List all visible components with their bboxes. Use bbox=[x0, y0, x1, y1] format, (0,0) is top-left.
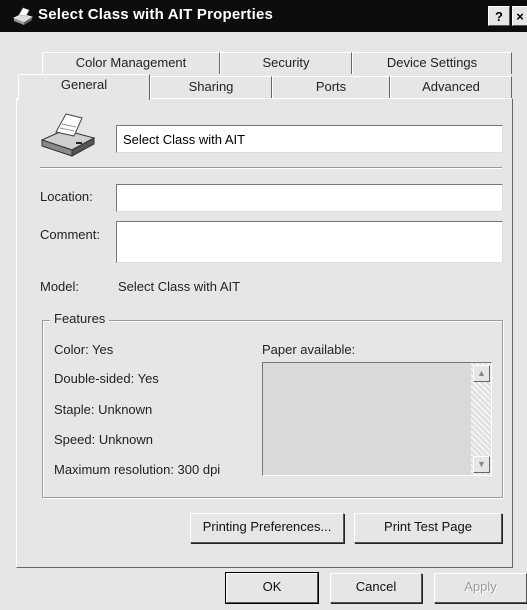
paper-available-label: Paper available: bbox=[262, 342, 356, 357]
separator bbox=[40, 167, 502, 169]
printer-name-field[interactable] bbox=[116, 125, 503, 153]
comment-field[interactable] bbox=[116, 221, 503, 263]
title-bar[interactable]: Select Class with AIT Properties ? × bbox=[0, 0, 527, 32]
tab-security[interactable]: Security bbox=[220, 52, 352, 74]
location-label: Location: bbox=[40, 189, 93, 204]
apply-button[interactable]: Apply bbox=[434, 573, 527, 603]
scroll-down-icon[interactable]: ▼ bbox=[473, 456, 490, 473]
feature-staple: Staple: Unknown bbox=[54, 402, 153, 417]
paper-available-list[interactable]: ▲ ▼ bbox=[262, 362, 492, 476]
tab-ports[interactable]: Ports bbox=[272, 76, 390, 98]
printer-icon bbox=[13, 7, 33, 25]
feature-speed: Speed: Unknown bbox=[54, 432, 154, 447]
scroll-up-icon[interactable]: ▲ bbox=[473, 365, 490, 382]
features-title: Features bbox=[50, 311, 110, 326]
properties-dialog: Select Class with AIT Properties ? × Col… bbox=[0, 0, 527, 610]
printing-preferences-button[interactable]: Printing Preferences... bbox=[190, 513, 344, 543]
tab-color-management[interactable]: Color Management bbox=[42, 52, 220, 74]
model-value: Select Class with AIT bbox=[118, 279, 241, 294]
model-label: Model: bbox=[40, 279, 80, 294]
feature-double-sided: Double-sided: Yes bbox=[54, 371, 159, 386]
comment-input[interactable] bbox=[117, 222, 502, 262]
cancel-button[interactable]: Cancel bbox=[330, 573, 422, 603]
tab-general[interactable]: General bbox=[18, 74, 150, 100]
print-test-page-button[interactable]: Print Test Page bbox=[354, 513, 502, 543]
close-button[interactable]: × bbox=[512, 6, 527, 26]
location-field[interactable] bbox=[116, 184, 503, 212]
tab-sharing[interactable]: Sharing bbox=[150, 76, 272, 98]
printer-name-input[interactable] bbox=[117, 126, 502, 152]
window-title: Select Class with AIT Properties bbox=[38, 6, 274, 23]
ok-button[interactable]: OK bbox=[225, 572, 319, 604]
tab-device-settings[interactable]: Device Settings bbox=[352, 52, 512, 74]
printer-icon bbox=[40, 113, 96, 157]
scrollbar[interactable]: ▲ ▼ bbox=[471, 363, 491, 475]
feature-max-resolution: Maximum resolution: 300 dpi bbox=[54, 462, 221, 477]
feature-color: Color: Yes bbox=[54, 342, 114, 357]
tab-advanced[interactable]: Advanced bbox=[390, 76, 512, 98]
location-input[interactable] bbox=[117, 185, 502, 211]
comment-label: Comment: bbox=[40, 227, 100, 242]
help-button[interactable]: ? bbox=[488, 6, 510, 26]
